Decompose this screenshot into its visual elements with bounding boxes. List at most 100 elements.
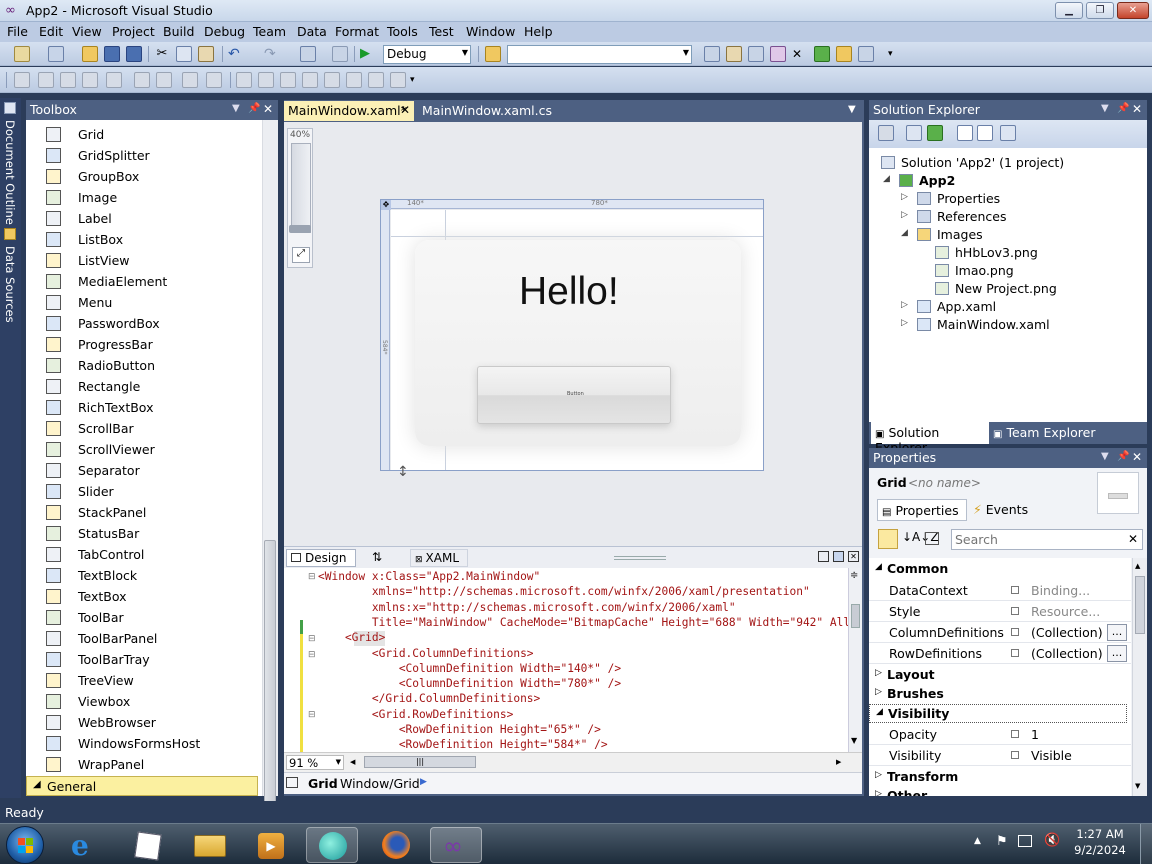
properties-search-input[interactable] — [955, 532, 1123, 547]
view-code-icon[interactable] — [957, 125, 973, 141]
menu-help[interactable]: Help — [524, 24, 553, 39]
make-same-width-icon[interactable] — [134, 72, 150, 88]
filter-icon[interactable] — [925, 532, 939, 545]
menu-view[interactable]: View — [72, 24, 102, 39]
column-ruler[interactable]: 140* 780* — [391, 199, 763, 209]
toolbox-item-groupbox[interactable]: GroupBox — [26, 166, 262, 187]
refresh-icon[interactable] — [927, 125, 943, 141]
data-sources-tab[interactable]: Data Sources — [3, 246, 17, 323]
category-brushes[interactable]: ▷ Brushes — [869, 685, 1131, 704]
categorize-icon[interactable] — [878, 529, 898, 549]
toolbox-item-progressbar[interactable]: ProgressBar — [26, 334, 262, 355]
add-item-icon[interactable] — [48, 46, 64, 62]
command-window-icon[interactable] — [858, 46, 874, 62]
design-button[interactable]: Button — [477, 366, 671, 424]
minimize-button[interactable]: ▁ — [1055, 2, 1083, 19]
expand-icon[interactable]: ▷ — [901, 318, 908, 328]
expand-icon[interactable]: ▷ — [901, 210, 908, 220]
toolbox-item-slider[interactable]: Slider — [26, 481, 262, 502]
tab-team-explorer[interactable]: ▣ Team Explorer — [993, 425, 1096, 440]
scroll-down-icon[interactable]: ▼ — [851, 736, 857, 745]
xaml-horizontal-scroll-thumb[interactable]: ||| — [364, 756, 476, 768]
pin-icon[interactable]: 📌 — [248, 103, 260, 114]
toolbar-options-icon[interactable]: ▾ — [410, 72, 426, 88]
property-row[interactable]: Style Resource... — [869, 601, 1131, 622]
collapse-icon[interactable]: ◢ — [901, 228, 908, 238]
tab-solution-explorer[interactable]: ▣ Solution Explorer — [871, 422, 989, 455]
align-centers-icon[interactable] — [60, 72, 76, 88]
navigate-backward-icon[interactable] — [300, 46, 316, 62]
category-transform[interactable]: ▷ Transform — [869, 768, 1131, 787]
code-line[interactable]: <Window x:Class="App2.MainWindow" — [318, 570, 540, 585]
code-line[interactable]: <ColumnDefinition Width="140*" /> — [318, 662, 621, 677]
property-row[interactable]: Visibility Visible — [869, 745, 1131, 766]
menu-format[interactable]: Format — [335, 24, 379, 39]
solution-configuration-select[interactable]: Debug ▼ — [383, 45, 471, 64]
toolbox-item-toolbartray[interactable]: ToolBarTray — [26, 649, 262, 670]
category-common[interactable]: ◢ Common — [869, 560, 1131, 579]
toolbox-item-webbrowser[interactable]: WebBrowser — [26, 712, 262, 733]
toolbox-item-windowsformshost[interactable]: WindowsFormsHost — [26, 733, 262, 754]
align-tops-icon[interactable] — [106, 72, 122, 88]
code-line[interactable]: Title="MainWindow" CacheMode="BitmapCach… — [318, 616, 848, 631]
toolbox-group-general[interactable]: ◢ General — [26, 776, 258, 796]
zoom-slider[interactable]: 40% ⤢ — [287, 128, 313, 268]
expand-icon[interactable]: ▷ — [901, 192, 908, 202]
class-diagram-icon[interactable] — [1000, 125, 1016, 141]
tab-events[interactable]: ⚡ Events — [973, 502, 1028, 517]
close-tab-icon[interactable]: ✕ — [400, 103, 410, 117]
tab-order-icon[interactable] — [346, 72, 362, 88]
menu-debug[interactable]: Debug — [204, 24, 245, 39]
code-line[interactable]: <ColumnDefinition Width="780*" /> — [318, 677, 621, 692]
swap-panes-icon[interactable]: ⇅ — [372, 550, 382, 564]
advanced-property-icon[interactable] — [1011, 628, 1019, 636]
toolbox-item-image[interactable]: Image — [26, 187, 262, 208]
show-hidden-icons-icon[interactable]: ▲ — [974, 836, 981, 846]
menu-build[interactable]: Build — [163, 24, 194, 39]
close-icon[interactable]: ✕ — [1132, 450, 1142, 464]
vertical-split-icon[interactable] — [818, 551, 829, 562]
horizontal-split-icon[interactable] — [833, 551, 844, 562]
menu-team[interactable]: Team — [253, 24, 286, 39]
object-browser-icon[interactable] — [748, 46, 764, 62]
format-icon[interactable] — [368, 72, 384, 88]
view-designer-icon[interactable] — [977, 125, 993, 141]
toolbox-icon[interactable] — [770, 46, 786, 62]
pin-icon[interactable]: 📌 — [1117, 103, 1129, 114]
find-in-files-icon[interactable] — [485, 46, 501, 62]
extension-manager-icon[interactable] — [836, 46, 852, 62]
breadcrumb-arrow-icon[interactable]: ▶ — [420, 777, 427, 787]
xaml-view-tab[interactable]: ⊠ XAML — [410, 549, 468, 567]
network-icon[interactable] — [1018, 835, 1032, 847]
toolbox-item-statusbar[interactable]: StatusBar — [26, 523, 262, 544]
toolbox-item-textblock[interactable]: TextBlock — [26, 565, 262, 586]
maximize-button[interactable]: ❐ — [1086, 2, 1114, 19]
clock[interactable]: 1:27 AM 9/2/2024 — [1074, 827, 1126, 857]
row-ruler[interactable]: 584* — [381, 210, 390, 470]
code-line[interactable]: </Grid.ColumnDefinitions> — [318, 692, 540, 707]
taskbar-visual-studio[interactable]: ∞ — [430, 827, 482, 863]
window-frame[interactable]: ✥ 140* 780* 584* Hello! Button ↕ — [380, 199, 764, 480]
toolbox-item-listview[interactable]: ListView — [26, 250, 262, 271]
toolbox-item-wrappanel[interactable]: WrapPanel — [26, 754, 262, 774]
toolbox-item-toolbarpanel[interactable]: ToolBarPanel — [26, 628, 262, 649]
toolbox-item-gridsplitter[interactable]: GridSplitter — [26, 145, 262, 166]
properties-scrollbar[interactable]: ▲ ▼ — [1132, 558, 1147, 796]
toolbox-item-textbox[interactable]: TextBox — [26, 586, 262, 607]
pane-options-icon[interactable]: ▼ — [1101, 103, 1109, 114]
center-horizontally-icon[interactable] — [236, 72, 252, 88]
vertical-spacing-icon[interactable] — [206, 72, 222, 88]
solution-explorer-icon[interactable] — [704, 46, 720, 62]
move-handle-icon[interactable]: ✥ — [381, 200, 391, 210]
code-line[interactable]: <Grid.RowDefinitions> — [318, 708, 513, 723]
menu-file[interactable]: File — [7, 24, 28, 39]
category-layout[interactable]: ▷ Layout — [869, 666, 1131, 685]
advanced-property-icon[interactable] — [1011, 649, 1019, 657]
taskbar-firefox[interactable] — [370, 827, 422, 863]
show-all-files-icon[interactable] — [906, 125, 922, 141]
save-icon[interactable] — [104, 46, 120, 62]
cut-icon[interactable]: ✂ — [154, 46, 170, 62]
align-lefts-icon[interactable] — [38, 72, 54, 88]
clear-search-icon[interactable]: ✕ — [1128, 532, 1138, 546]
property-row[interactable]: Opacity 1 — [869, 724, 1131, 745]
